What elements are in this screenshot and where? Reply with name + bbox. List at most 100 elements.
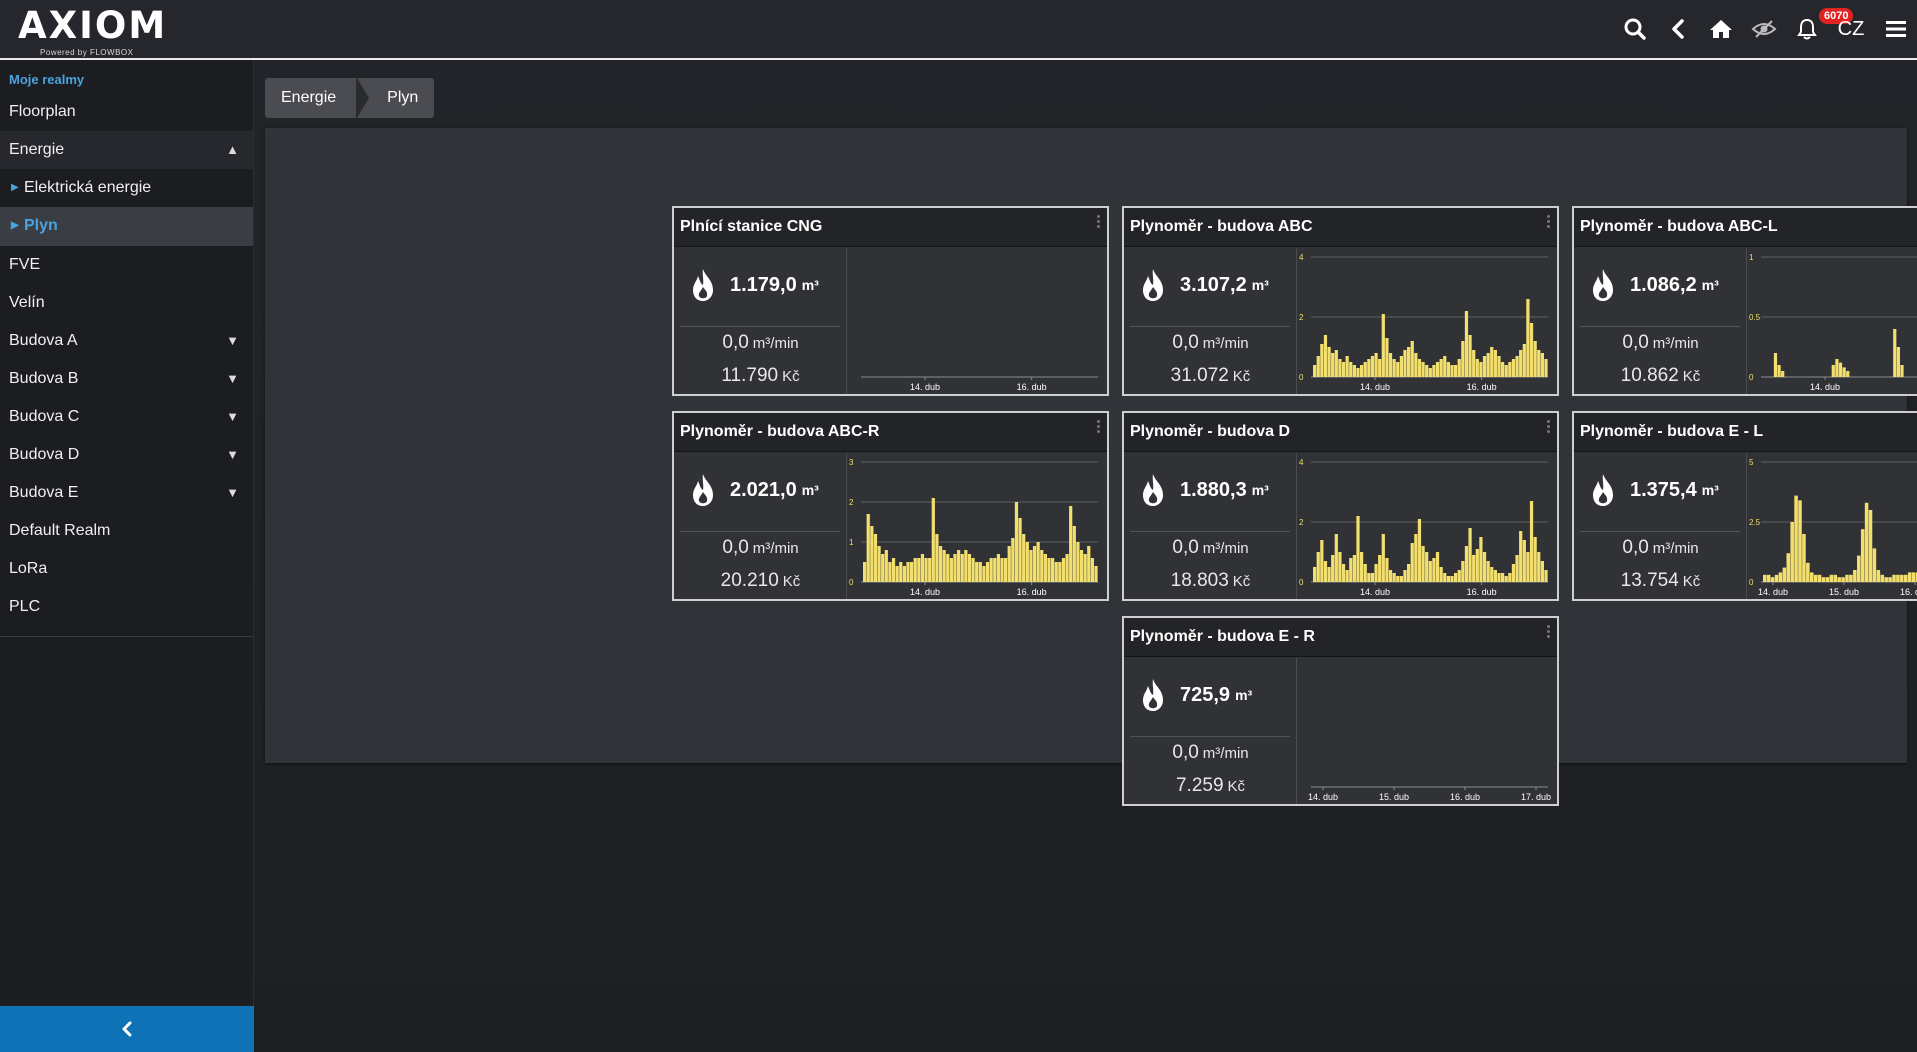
chart-bar — [1356, 516, 1360, 582]
chart-bar — [1331, 555, 1335, 582]
widget-title: Plynoměr - budova ABC-R — [680, 423, 880, 440]
chart-bar — [1849, 574, 1853, 582]
widget-cost-unit: Kč — [1232, 368, 1251, 385]
chart-bar — [942, 550, 946, 582]
chart-bar — [1468, 335, 1472, 377]
widget-bar-chart[interactable]: 02.5514. dub15. dub16. dub17. dub — [1746, 453, 1917, 599]
x-tick-label: 16. dub — [1017, 382, 1047, 392]
widget-flow-rate: 0,0 m³/min — [1578, 537, 1743, 559]
chart-bar — [1493, 570, 1497, 582]
widget-total-value: 2.021,0 — [730, 478, 797, 501]
chart-bar — [877, 546, 881, 582]
sidebar-item-budova-a[interactable]: Budova A ▼ — [0, 322, 253, 360]
widget-rate-unit: m³/min — [1202, 745, 1249, 762]
chart-bar — [1450, 576, 1454, 582]
back-arrow-icon[interactable] — [1656, 0, 1699, 58]
y-tick-label: 2.5 — [1749, 518, 1761, 527]
chart-bar — [1868, 510, 1873, 582]
sidebar-item-plyn[interactable]: ▶ Plyn — [0, 207, 253, 245]
chart-bar — [1888, 577, 1892, 582]
widget-bar-chart[interactable]: 14. dub 15. dub 16. dub 17. dub — [1296, 658, 1556, 804]
home-icon[interactable] — [1699, 0, 1742, 58]
chart-bar — [1540, 561, 1544, 582]
chart-bar — [873, 534, 878, 582]
x-tick-label: 14. dub — [1758, 587, 1788, 597]
kebab-menu-icon[interactable] — [1095, 215, 1101, 231]
y-tick-label: 5 — [1749, 458, 1754, 467]
chart-bar — [1410, 543, 1414, 582]
sidebar-item-budova-d[interactable]: Budova D ▼ — [0, 436, 253, 474]
widget-summary: 3.107,2 m³ 0,0 m³/min 31.072 Kč — [1128, 248, 1293, 394]
widget-cost-value: 10.862 — [1620, 365, 1679, 386]
widget-bar-chart[interactable]: 0 2 4 14. dub 16. dub — [1296, 248, 1556, 394]
sidebar-item-fve[interactable]: FVE — [0, 246, 253, 284]
sidebar-collapse-button[interactable] — [0, 1006, 254, 1052]
kebab-menu-icon[interactable] — [1545, 625, 1551, 641]
chart-svg: 00.5114. dub16. dub — [1749, 253, 1917, 392]
x-tick-label: 16. dub — [1450, 792, 1480, 802]
kebab-menu-icon[interactable] — [1545, 215, 1551, 231]
sidebar-item-plc[interactable]: PLC — [0, 588, 253, 626]
sidebar-item-lora[interactable]: LoRa — [0, 550, 253, 588]
sidebar-item-floorplan[interactable]: Floorplan — [0, 93, 253, 131]
sidebar-item-velin[interactable]: Velín — [0, 284, 253, 322]
chart-bar — [1352, 365, 1356, 377]
sidebar-item-label: Floorplan — [9, 103, 76, 120]
widget-cost: 13.754 Kč — [1578, 570, 1743, 592]
language-switch[interactable]: CZ — [1828, 0, 1874, 58]
search-icon[interactable] — [1613, 0, 1656, 58]
chart-bar — [1911, 572, 1916, 582]
sidebar-item-default-realm[interactable]: Default Realm — [0, 512, 253, 550]
kebab-menu-icon[interactable] — [1545, 420, 1551, 436]
sidebar-item-budova-b[interactable]: Budova B ▼ — [0, 360, 253, 398]
language-label: CZ — [1837, 17, 1865, 40]
sidebar-item-budova-c[interactable]: Budova C ▼ — [0, 398, 253, 436]
widget-cost-unit: Kč — [1232, 573, 1251, 590]
kebab-menu-icon[interactable] — [1095, 420, 1101, 436]
widget-bar-chart[interactable]: 0 2 4 14. dub 16. dub — [1296, 453, 1556, 599]
chart-bar — [1486, 353, 1490, 377]
sidebar-item-budova-e[interactable]: Budova E ▼ — [0, 474, 253, 512]
chart-bar — [1076, 542, 1080, 582]
widget-bar-chart[interactable]: 14. dub 16. dub — [846, 248, 1106, 394]
chart-bar — [1468, 528, 1472, 582]
chart-bar — [1777, 365, 1781, 377]
widget-cost-unit: Kč — [782, 573, 801, 590]
menu-icon[interactable] — [1874, 0, 1917, 58]
widget-total-unit: m³ — [801, 277, 819, 293]
chart-bar — [1069, 506, 1073, 582]
chart-bar — [1051, 558, 1055, 582]
breadcrumb-energie[interactable]: Energie — [265, 78, 358, 118]
x-tick-label: 15. dub — [1379, 792, 1409, 802]
widget-header: Plynoměr - budova ABC-L — [1574, 208, 1917, 247]
widget-total-unit: m³ — [1701, 277, 1719, 293]
chevron-down-icon: ▼ — [226, 409, 239, 424]
chart-bar — [1087, 546, 1091, 582]
widget-bar-chart[interactable]: 0 1 2 3 14. dub 16. dub — [846, 453, 1106, 599]
chart-bar — [985, 562, 990, 582]
breadcrumb-plyn[interactable]: Plyn — [357, 78, 435, 118]
chart-bar — [1515, 555, 1519, 582]
widget-rate-unit: m³/min — [752, 335, 799, 352]
chart-bar — [1036, 542, 1040, 582]
widget-plynomer-e-r: Plynoměr - budova E - R 725,9 m³ 0,0 m³/min 7… — [1122, 616, 1559, 806]
chart-bar — [1829, 574, 1834, 582]
chart-bar — [1367, 359, 1371, 377]
chart-bar — [982, 566, 986, 582]
chart-bar — [960, 554, 964, 582]
chart-bar — [1479, 537, 1483, 582]
chart-bar — [1450, 365, 1454, 377]
flame-icon — [1143, 474, 1163, 506]
sidebar-item-energie[interactable]: Energie ▲ — [0, 131, 253, 169]
sidebar-item-elektricka-energie[interactable]: ▶ Elektrická energie — [0, 169, 253, 207]
chart-bar — [1763, 574, 1767, 582]
chart-bar — [1407, 564, 1411, 582]
bell-icon[interactable]: 6070 — [1785, 0, 1854, 58]
widget-summary: 1.179,0 m³ 0,0 m³/min 11.790 Kč — [678, 248, 843, 394]
widget-bar-chart[interactable]: 00.5114. dub16. dub — [1746, 248, 1917, 394]
hidden-eye-icon[interactable] — [1742, 0, 1785, 58]
sidebar-item-label: Energie — [9, 141, 65, 158]
chart-bar — [1482, 356, 1487, 377]
widget-plnici-stanice-cng: Plnící stanice CNG 1.179,0 m³ 0,0 m³/min 11.7… — [672, 206, 1109, 396]
axiom-logo[interactable]: AXIOM Powered by FLOWBOX — [18, 6, 165, 58]
